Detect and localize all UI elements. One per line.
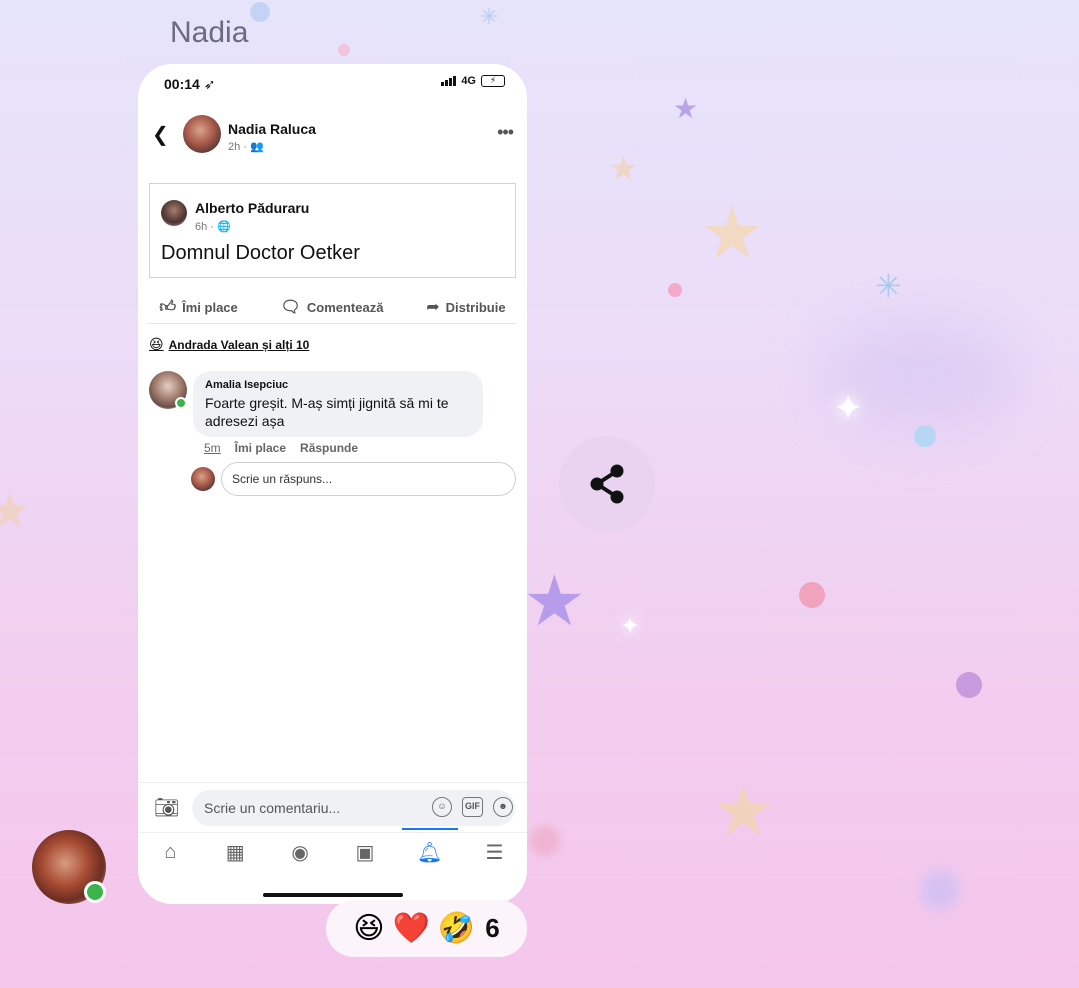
battery-icon: ⚡	[481, 75, 505, 87]
comment-button[interactable]: 🗨 Comentează	[281, 297, 384, 317]
network-label: 4G	[461, 75, 476, 87]
laughing-emoji-icon: 😆	[149, 336, 164, 352]
bg-star-icon: ★	[0, 485, 32, 538]
share-post-button[interactable]: ➦ Distribuie	[426, 297, 505, 317]
gif-icon[interactable]: GIF	[462, 797, 483, 817]
friends-icon: 👥	[250, 141, 264, 153]
home-icon[interactable]: ⌂	[150, 841, 190, 864]
poster-meta: 2h · 👥	[228, 141, 264, 153]
commenter-avatar[interactable]	[149, 371, 187, 409]
comment-time[interactable]: 5m	[204, 441, 221, 455]
camera-icon[interactable]: 📷︎	[154, 795, 179, 820]
bg-star-icon: ★	[712, 772, 775, 850]
bg-bubble	[799, 582, 825, 608]
bg-bubble	[956, 672, 982, 698]
shared-text: Domnul Doctor Oetker	[161, 242, 360, 264]
composer-icons: ☺ GIF ☻	[432, 797, 513, 817]
status-bar: 00:14 ➶ 4G ⚡	[138, 64, 527, 104]
bg-bubble	[920, 870, 960, 910]
online-indicator	[175, 397, 187, 409]
poster-name[interactable]: Nadia Raluca	[228, 121, 316, 137]
like-icon: 👍︎	[159, 298, 177, 316]
signal-icon	[441, 76, 457, 86]
sender-avatar[interactable]	[32, 830, 106, 904]
groups-icon[interactable]: ◉	[280, 840, 320, 865]
bg-bubble	[250, 2, 270, 22]
notifications-icon[interactable]: 🔔︎	[401, 828, 458, 865]
reply-avatar	[191, 467, 215, 491]
status-right: 4G ⚡	[441, 75, 505, 87]
location-icon: ➶	[203, 76, 216, 92]
sticker-icon[interactable]: ☺	[432, 797, 452, 817]
bg-snowflake-icon: ✳	[480, 4, 499, 29]
comment-bubble[interactable]: Amalia Isepciuc Foarte greșit. M-aș simț…	[193, 371, 483, 437]
tab-bar: ⌂ ▦ ◉ ▣ 🔔︎ ☰	[138, 828, 527, 872]
status-time: 00:14 ➶	[164, 76, 216, 92]
laughing-emoji-icon: 😆	[353, 911, 385, 945]
marketplace-icon[interactable]: ▦	[215, 840, 255, 865]
shared-author-avatar[interactable]	[161, 200, 187, 226]
reactions-pill[interactable]: 😆 ❤️ 🤣 6	[326, 900, 527, 957]
share-icon	[590, 464, 624, 504]
poster-avatar[interactable]	[183, 115, 221, 153]
divider	[149, 323, 516, 324]
bg-star-icon: ★	[608, 150, 639, 188]
comment-author[interactable]: Amalia Isepciuc	[205, 379, 471, 391]
shared-screenshot[interactable]: 00:14 ➶ 4G ⚡ ❮ Nadia Raluca 2h · 👥 ••• A…	[138, 64, 527, 904]
comment-icon: 🗨	[280, 299, 301, 316]
post-actions: 👍︎ Îmi place 🗨 Comentează ➦ Distribuie	[138, 292, 527, 322]
reply-input[interactable]: Scrie un răspuns...	[221, 462, 516, 496]
share-icon: ➦	[426, 299, 440, 316]
sender-name: Nadia	[170, 16, 249, 49]
comment-actions: 5m Îmi place Răspunde	[204, 441, 358, 455]
emoji-icon[interactable]: ☻	[493, 797, 513, 817]
bg-bubble	[530, 826, 560, 856]
globe-icon: 🌐	[217, 221, 231, 233]
heart-emoji-icon: ❤️	[392, 911, 430, 945]
pages-icon[interactable]: ▣	[345, 840, 385, 865]
more-icon[interactable]: •••	[497, 122, 514, 143]
comment-reply-button[interactable]: Răspunde	[300, 441, 358, 455]
like-button[interactable]: 👍︎ Îmi place	[159, 298, 237, 317]
bg-snowflake-icon: ✳	[875, 268, 902, 304]
shared-post[interactable]: Alberto Păduraru 6h · 🌐 Domnul Doctor Oe…	[149, 183, 516, 278]
comment-composer: 📷︎ Scrie un comentariu... ☺ GIF ☻	[138, 782, 527, 832]
rofl-emoji-icon: 🤣	[437, 911, 476, 945]
shared-meta: 6h · 🌐	[195, 221, 231, 233]
reply-row: Scrie un răspuns...	[191, 462, 516, 496]
bg-star-icon: ★	[673, 93, 699, 124]
comment-text: Foarte greșit. M-aș simți jignită să mi …	[205, 395, 449, 429]
bg-sparkle-icon: ✦	[620, 613, 641, 640]
bg-star-icon: ★	[523, 562, 586, 640]
bg-sparkle-icon: ✦	[833, 387, 864, 428]
back-icon[interactable]: ❮	[152, 122, 169, 147]
reactors-link[interactable]: 😆 Andrada Valean și alți 10	[149, 336, 309, 353]
bg-bubble	[668, 283, 682, 297]
shared-author-name[interactable]: Alberto Păduraru	[195, 200, 309, 216]
post-header: ❮ Nadia Raluca 2h · 👥 •••	[138, 112, 527, 162]
menu-icon[interactable]: ☰	[475, 840, 515, 865]
home-indicator	[263, 893, 403, 897]
comment-like-button[interactable]: Îmi place	[235, 441, 286, 455]
share-button[interactable]	[559, 436, 655, 532]
bg-bubble	[338, 44, 350, 56]
online-indicator	[84, 881, 106, 903]
bg-star-icon: ★	[700, 194, 765, 274]
reaction-count: 6	[485, 913, 500, 943]
